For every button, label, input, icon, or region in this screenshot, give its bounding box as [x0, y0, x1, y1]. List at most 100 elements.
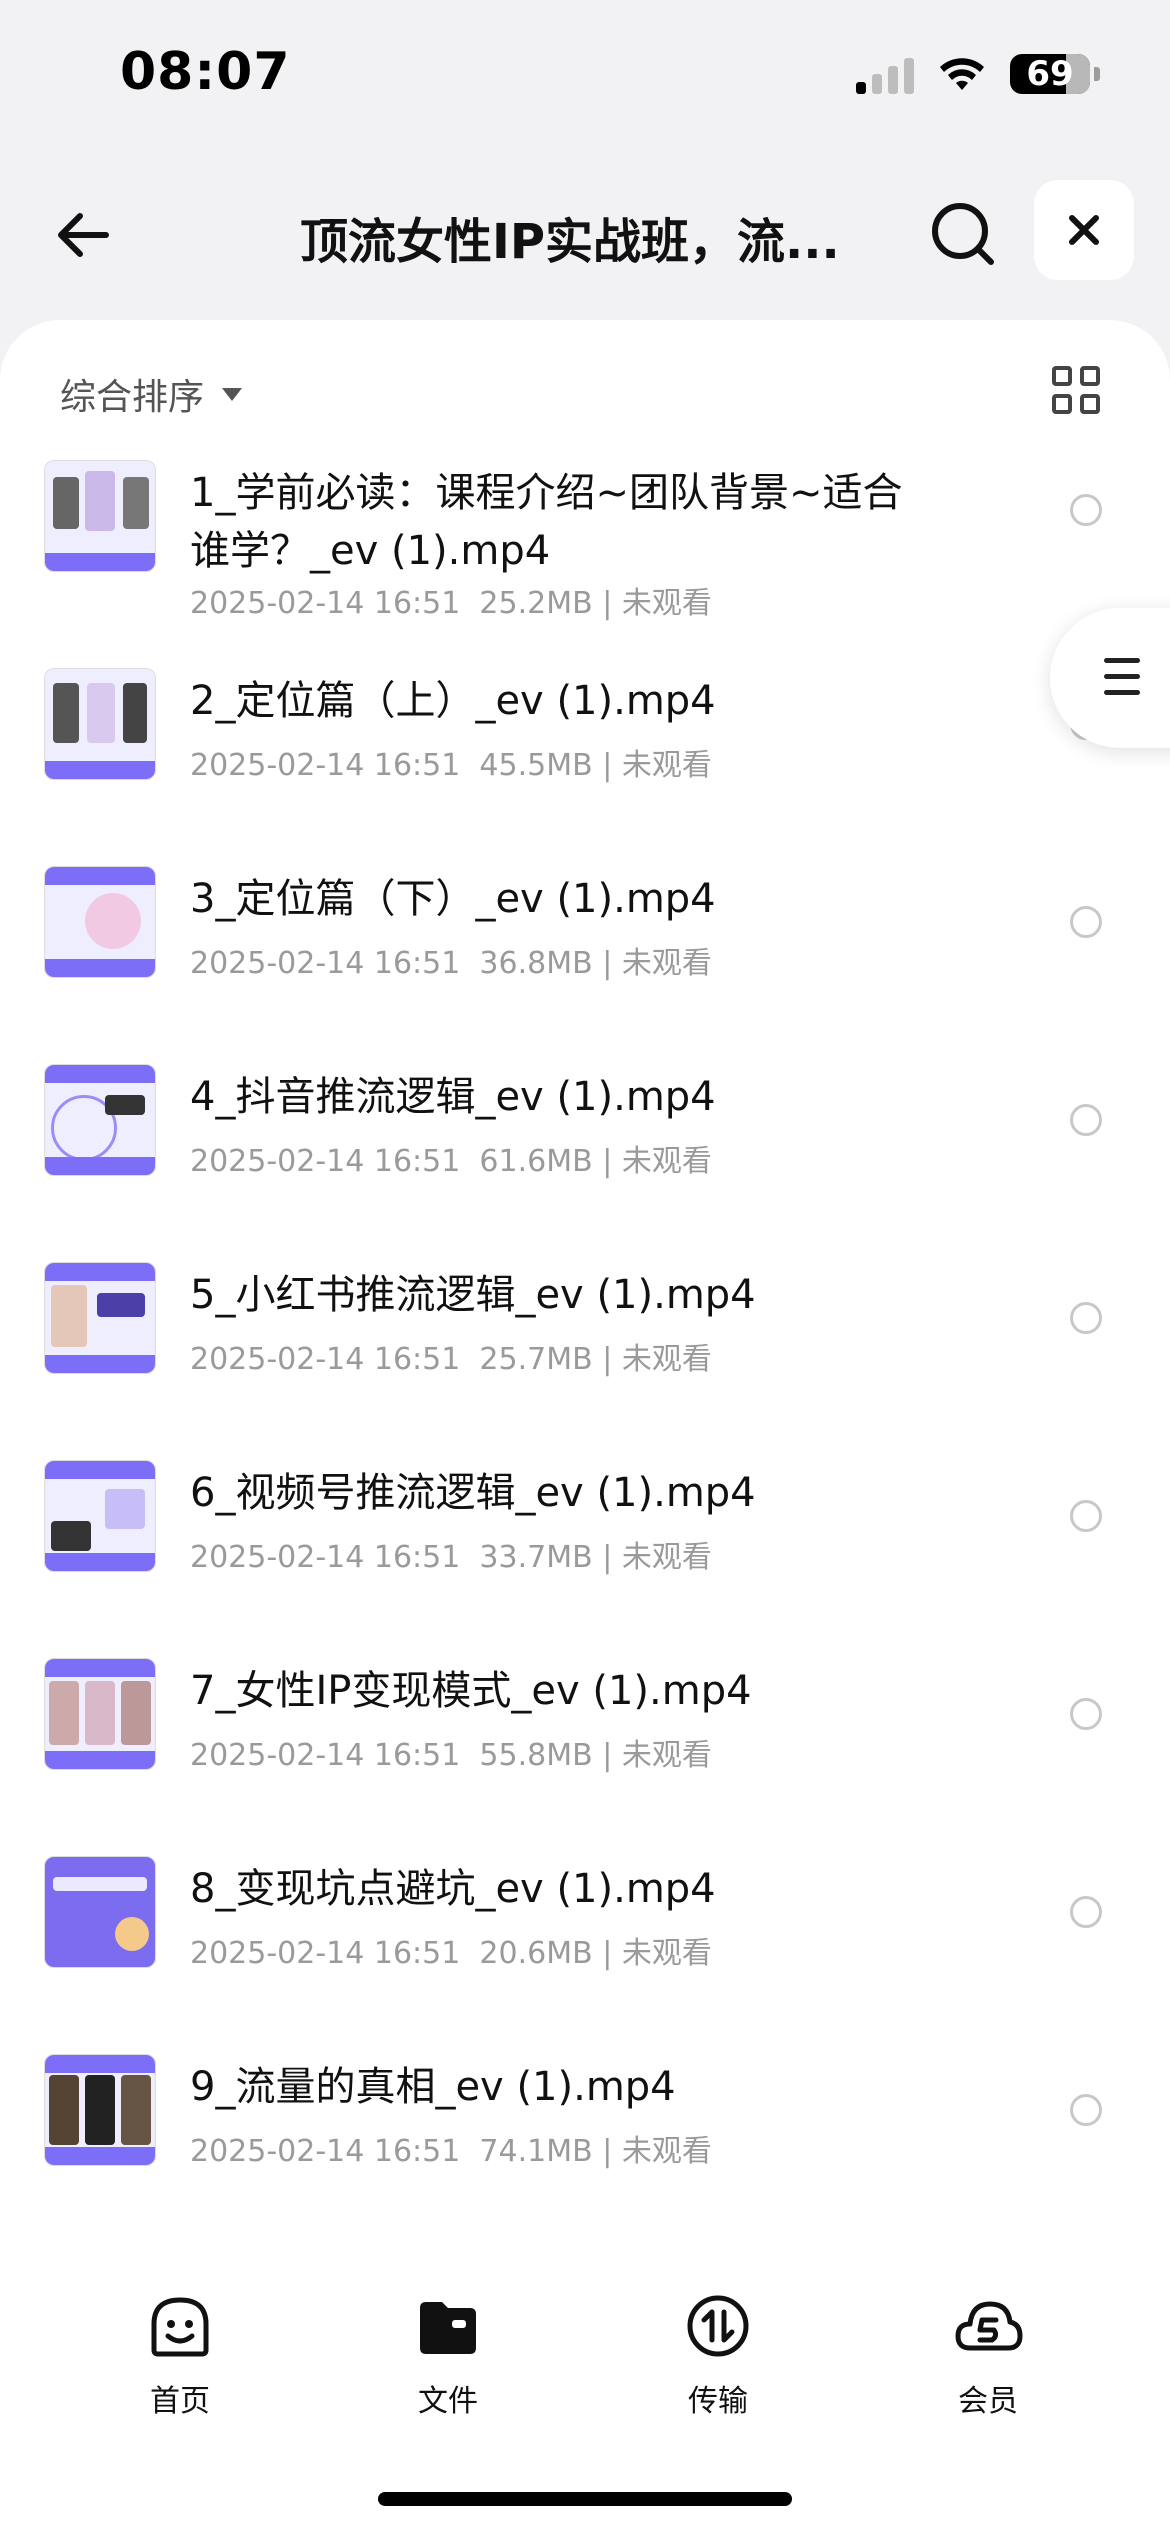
- file-size: 25.2MB: [479, 586, 593, 621]
- battery-icon: 69: [1010, 54, 1090, 94]
- video-thumbnail: [44, 1460, 156, 1572]
- video-thumbnail: [44, 1856, 156, 1968]
- list-item[interactable]: 9_流量的真相_ev (1).mp4 2025-02-14 16:51 74.1…: [0, 2034, 1170, 2232]
- battery-level: 69: [1026, 54, 1074, 94]
- file-name: 7_女性IP变现模式_ev (1).mp4: [190, 1668, 752, 1714]
- file-meta: 2025-02-14 16:51 45.5MB | 未观看: [190, 748, 712, 783]
- select-radio[interactable]: [1070, 1104, 1102, 1136]
- select-radio[interactable]: [1070, 1698, 1102, 1730]
- status-icons: 69: [856, 54, 1100, 94]
- select-radio[interactable]: [1070, 1302, 1102, 1334]
- list-item[interactable]: 3_定位篇（下）_ev (1).mp4 2025-02-14 16:51 36.…: [0, 846, 1170, 1044]
- select-radio[interactable]: [1070, 906, 1102, 938]
- smile-face-icon: [151, 2297, 209, 2357]
- tab-bar: 首页 文件 传输 会员: [0, 2220, 1170, 2532]
- file-size: 45.5MB: [479, 748, 593, 783]
- video-thumbnail: [44, 1262, 156, 1374]
- file-size: 61.6MB: [479, 1144, 593, 1179]
- file-date: 2025-02-14 16:51: [190, 1738, 461, 1773]
- watch-status: 未观看: [621, 586, 712, 621]
- watch-status: 未观看: [621, 748, 712, 783]
- file-name: 3_定位篇（下）_ev (1).mp4: [190, 876, 716, 922]
- select-radio[interactable]: [1070, 1500, 1102, 1532]
- folder-icon: [420, 2302, 476, 2354]
- tab-label: 文件: [418, 2384, 478, 2419]
- tab-member[interactable]: 会员: [918, 2290, 1058, 2420]
- watch-status: 未观看: [621, 2134, 712, 2169]
- list-item[interactable]: 8_变现坑点避坑_ev (1).mp4 2025-02-14 16:51 20.…: [0, 1836, 1170, 2034]
- list-item[interactable]: 4_抖音推流逻辑_ev (1).mp4 2025-02-14 16:51 61.…: [0, 1044, 1170, 1242]
- file-name: 1_学前必读：课程介绍~团队背景~适合谁学？_ev (1).mp4: [190, 470, 903, 574]
- select-radio[interactable]: [1070, 494, 1102, 526]
- list-item[interactable]: 6_视频号推流逻辑_ev (1).mp4 2025-02-14 16:51 33…: [0, 1440, 1170, 1638]
- tab-home[interactable]: 首页: [110, 2290, 250, 2420]
- file-name: 5_小红书推流逻辑_ev (1).mp4: [190, 1272, 756, 1318]
- file-size: 20.6MB: [479, 1936, 593, 1971]
- file-size: 33.7MB: [479, 1540, 593, 1575]
- menu-icon: [1104, 658, 1140, 706]
- file-date: 2025-02-14 16:51: [190, 1936, 461, 1971]
- file-size: 36.8MB: [479, 946, 593, 981]
- list-item[interactable]: 7_女性IP变现模式_ev (1).mp4 2025-02-14 16:51 5…: [0, 1638, 1170, 1836]
- file-meta: 2025-02-14 16:51 33.7MB | 未观看: [190, 1540, 712, 1575]
- sort-label: 综合排序: [60, 377, 205, 418]
- file-list-sheet: 综合排序 1_学前必读：课程介绍~团队背景~适合谁学？_ev (1).mp4 2…: [0, 320, 1170, 2220]
- file-meta: 2025-02-14 16:51 36.8MB | 未观看: [190, 946, 712, 981]
- select-radio[interactable]: [1070, 2094, 1102, 2126]
- close-icon: [1069, 215, 1099, 245]
- file-meta: 2025-02-14 16:51 74.1MB | 未观看: [190, 2134, 712, 2169]
- file-name: 2_定位篇（上）_ev (1).mp4: [190, 678, 716, 724]
- file-date: 2025-02-14 16:51: [190, 1342, 461, 1377]
- tab-label: 首页: [150, 2384, 210, 2419]
- file-meta: 2025-02-14 16:51 25.2MB | 未观看: [190, 586, 712, 621]
- tab-label: 传输: [688, 2384, 748, 2419]
- status-bar: 08:07 69: [0, 0, 1170, 150]
- file-name: 9_流量的真相_ev (1).mp4: [190, 2064, 676, 2110]
- file-date: 2025-02-14 16:51: [190, 946, 461, 981]
- file-date: 2025-02-14 16:51: [190, 2134, 461, 2169]
- watch-status: 未观看: [621, 1540, 712, 1575]
- video-thumbnail: [44, 460, 156, 572]
- watch-status: 未观看: [621, 1144, 712, 1179]
- watch-status: 未观看: [621, 946, 712, 981]
- tab-files[interactable]: 文件: [378, 2290, 518, 2420]
- file-name: 4_抖音推流逻辑_ev (1).mp4: [190, 1074, 716, 1120]
- home-indicator: [378, 2492, 792, 2506]
- transfer-icon: [687, 2295, 749, 2357]
- page-title: 顶流女性IP实战班，流...: [300, 214, 840, 270]
- file-meta: 2025-02-14 16:51 55.8MB | 未观看: [190, 1738, 712, 1773]
- tab-transfer[interactable]: 传输: [648, 2290, 788, 2420]
- select-radio[interactable]: [1070, 1896, 1102, 1928]
- list-item[interactable]: 1_学前必读：课程介绍~团队背景~适合谁学？_ev (1).mp4 2025-0…: [0, 440, 1170, 648]
- file-size: 55.8MB: [479, 1738, 593, 1773]
- video-thumbnail: [44, 1658, 156, 1770]
- sort-dropdown[interactable]: 综合排序: [60, 368, 243, 420]
- wifi-icon: [940, 58, 984, 90]
- video-thumbnail: [44, 668, 156, 780]
- search-icon[interactable]: [925, 196, 1001, 272]
- file-meta: 2025-02-14 16:51 61.6MB | 未观看: [190, 1144, 712, 1179]
- video-thumbnail: [44, 1064, 156, 1176]
- watch-status: 未观看: [621, 1738, 712, 1773]
- cellular-signal-icon: [856, 54, 914, 94]
- file-date: 2025-02-14 16:51: [190, 1144, 461, 1179]
- video-thumbnail: [44, 2054, 156, 2166]
- watch-status: 未观看: [621, 1936, 712, 1971]
- video-thumbnail: [44, 866, 156, 978]
- nav-header: 顶流女性IP实战班，流...: [0, 170, 1170, 300]
- file-date: 2025-02-14 16:51: [190, 586, 461, 621]
- file-date: 2025-02-14 16:51: [190, 748, 461, 783]
- grid-view-icon[interactable]: [1052, 366, 1100, 414]
- caret-down-icon: [222, 387, 243, 401]
- list-item[interactable]: 2_定位篇（上）_ev (1).mp4 2025-02-14 16:51 45.…: [0, 648, 1170, 846]
- back-arrow-icon[interactable]: [48, 200, 118, 270]
- status-time: 08:07: [120, 42, 291, 102]
- file-meta: 2025-02-14 16:51 25.7MB | 未观看: [190, 1342, 712, 1377]
- file-size: 25.7MB: [479, 1342, 593, 1377]
- file-meta: 2025-02-14 16:51 20.6MB | 未观看: [190, 1936, 712, 1971]
- list-item[interactable]: 5_小红书推流逻辑_ev (1).mp4 2025-02-14 16:51 25…: [0, 1242, 1170, 1440]
- file-name: 6_视频号推流逻辑_ev (1).mp4: [190, 1470, 756, 1516]
- cloud-member-icon: [955, 2301, 1023, 2351]
- close-button[interactable]: [1034, 180, 1134, 280]
- file-list: 1_学前必读：课程介绍~团队背景~适合谁学？_ev (1).mp4 2025-0…: [0, 440, 1170, 2232]
